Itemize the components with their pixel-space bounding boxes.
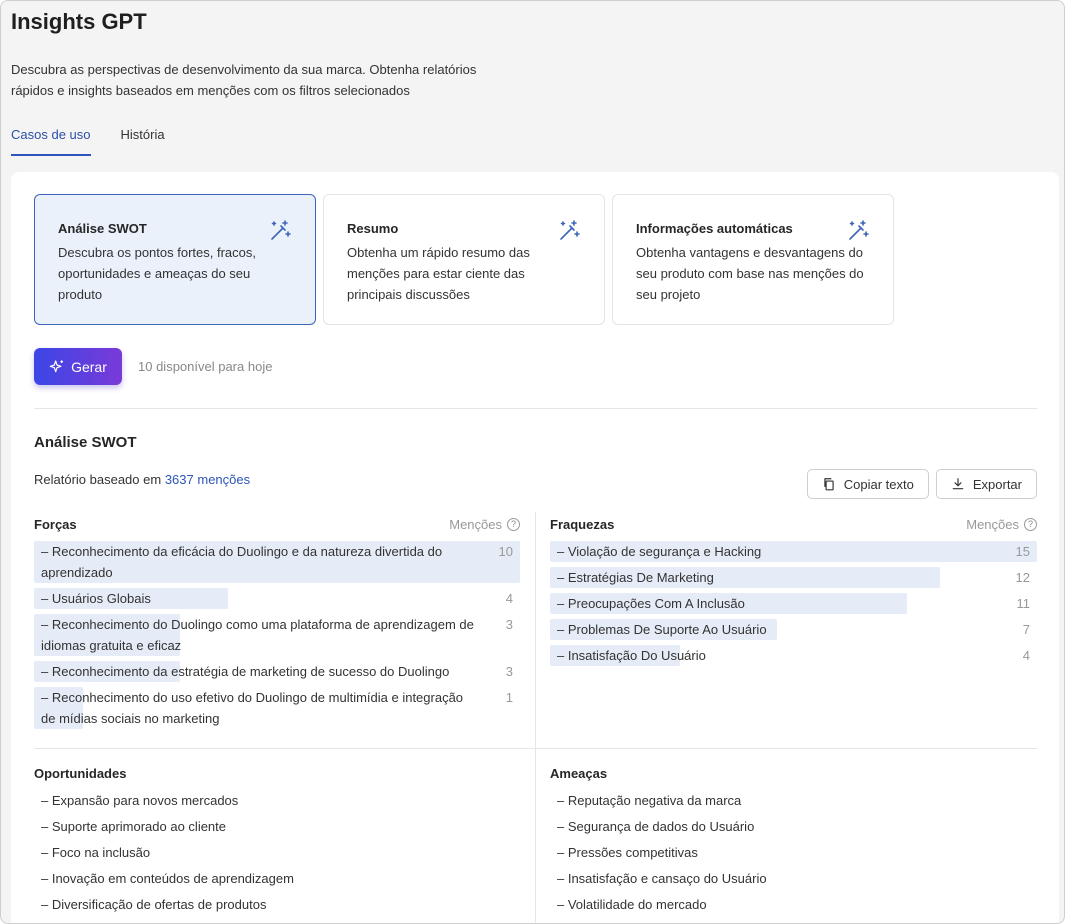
help-icon[interactable]: ? [507,517,520,531]
list-item: – Volatilidade do mercado [557,897,707,912]
app-window: Insights GPT Descubra as perspectivas de… [0,0,1065,924]
page-title: Insights GPT [11,9,147,34]
magic-wand-icon [560,220,580,240]
list-item: – Reconhecimento da eficácia do Duolingo… [34,541,520,583]
export-button[interactable]: Exportar [935,469,1037,499]
mentions-label: Menções [449,516,502,532]
result-title: Análise SWOT [34,434,137,451]
card-description: Obtenha um rápido resumo das menções par… [347,245,530,302]
opportunities-title: Oportunidades [34,765,127,781]
list-item: – Pressões competitivas [557,845,698,860]
strengths-title: Forças [34,516,77,532]
list-item: – Inovação em conteúdos de aprendizagem [41,871,294,886]
magic-wand-icon [849,220,869,240]
tab-use-cases[interactable]: Casos de uso [11,125,91,156]
export-label: Exportar [972,476,1022,492]
card-swot[interactable]: Análise SWOT Descubra os pontos fortes, … [34,194,316,325]
item-text: – Usuários Globais [41,591,151,606]
item-text: – Reconhecimento do Duolingo como uma pl… [41,617,474,653]
list-item: – Usuários Globais 4 [34,588,520,609]
threats-section: Ameaças – Reputação negativa da marca – S… [550,761,1037,920]
mentions-header: Menções ? [449,517,520,532]
divider [34,748,1037,749]
item-count: 1 [505,690,513,705]
threats-list: – Reputação negativa da marca – Segurança… [550,790,1037,915]
card-description: Descubra os pontos fortes, fracos, oport… [58,245,256,302]
report-mention-count[interactable]: 3637 menções [165,472,250,487]
item-count: 12 [1015,570,1030,585]
help-icon[interactable]: ? [1024,517,1037,531]
item-count: 4 [505,591,513,606]
card-title: Informações automáticas [636,221,793,236]
tab-bar: Casos de uso História [11,125,195,156]
list-item: – Insatisfação Do Usuário 4 [550,645,1037,666]
item-text: – Reconhecimento da estratégia de market… [41,664,450,679]
list-item: – Diversificação de ofertas de produtos [41,897,267,912]
item-count: 7 [1022,622,1030,637]
download-icon [952,478,964,490]
item-text: – Problemas De Suporte Ao Usuário [557,622,767,637]
item-count: 11 [1016,596,1031,611]
generate-label: Gerar [71,358,107,375]
use-case-cards: Análise SWOT Descubra os pontos fortes, … [34,194,894,325]
card-title: Resumo [347,221,399,236]
list-item: – Segurança de dados do Usuário [557,819,755,834]
copy-text-label: Copiar texto [843,476,914,492]
list-item: – Expansão para novos mercados [41,793,239,808]
item-text: – Reconhecimento do uso efetivo do Duoli… [41,690,464,726]
copy-text-button[interactable]: Copiar texto [806,469,929,499]
generate-quota-note: 10 disponível para hoje [138,359,273,374]
list-item: – Violação de segurança e Hacking 15 [550,541,1037,562]
opportunities-section: Oportunidades – Expansão para novos merc… [34,761,520,920]
item-text: – Estratégias De Marketing [557,570,714,585]
list-item: – Reconhecimento do Duolingo como uma pl… [34,614,520,656]
divider [34,408,1037,409]
sparkle-icon [49,359,64,372]
item-count: 3 [505,617,513,632]
main-panel: Análise SWOT Descubra os pontos fortes, … [11,172,1059,923]
generate-row: Gerar 10 disponível para hoje [34,348,272,385]
list-item: – Estratégias De Marketing 12 [550,567,1037,588]
item-text: – Insatisfação Do Usuário [557,648,706,663]
list-item: – Suporte aprimorado ao cliente [41,819,227,834]
list-item: – Reconhecimento da estratégia de market… [34,661,520,682]
weaknesses-list: – Violação de segurança e Hacking 15 – Est… [550,541,1037,666]
list-item: – Preocupações Com A Inclusão 11 [550,593,1037,614]
threats-title: Ameaças [550,765,608,781]
generate-button[interactable]: Gerar [34,348,122,385]
list-item: – Problemas De Suporte Ao Usuário 7 [550,619,1037,640]
mentions-label: Menções [966,516,1019,532]
weaknesses-section: Fraquezas Menções ? – Violação de segura… [550,512,1037,671]
item-count: 4 [1022,648,1030,663]
copy-icon [824,478,834,491]
opportunities-list: – Expansão para novos mercados – Suporte … [34,790,520,915]
item-text: – Reconhecimento da eficácia do Duolingo… [41,544,443,580]
list-item: – Reputação negativa da marca [557,793,742,808]
magic-wand-icon [271,220,291,240]
list-item: – Insatisfação e cansaço do Usuário [557,871,767,886]
page-subtitle: Descubra as perspectivas de desenvolvime… [11,62,477,98]
strengths-section: Forças Menções ? – Reconhecimento da efi… [34,512,520,734]
item-text: – Preocupações Com A Inclusão [557,596,745,611]
item-count: 15 [1015,544,1030,559]
report-prefix: Relatório baseado em [34,472,162,487]
card-description: Obtenha vantagens e desvantagens do seu … [636,245,864,302]
item-count: 3 [505,664,513,679]
result-actions: Copiar texto Exportar [806,469,1037,499]
column-separator [535,512,536,923]
list-item: – Reconhecimento do uso efetivo do Duoli… [34,687,520,729]
card-title: Análise SWOT [58,221,147,236]
item-count: 10 [498,544,513,559]
report-info: Relatório baseado em 3637 menções [34,472,250,487]
mentions-header: Menções ? [966,517,1037,532]
card-summary[interactable]: Resumo Obtenha um rápido resumo das menç… [323,194,605,325]
item-text: – Violação de segurança e Hacking [557,544,762,559]
tab-history[interactable]: História [121,125,165,156]
card-auto-info[interactable]: Informações automáticas Obtenha vantagen… [612,194,894,325]
strengths-list: – Reconhecimento da eficácia do Duolingo… [34,541,520,729]
weaknesses-title: Fraquezas [550,516,615,532]
list-item: – Foco na inclusão [41,845,151,860]
